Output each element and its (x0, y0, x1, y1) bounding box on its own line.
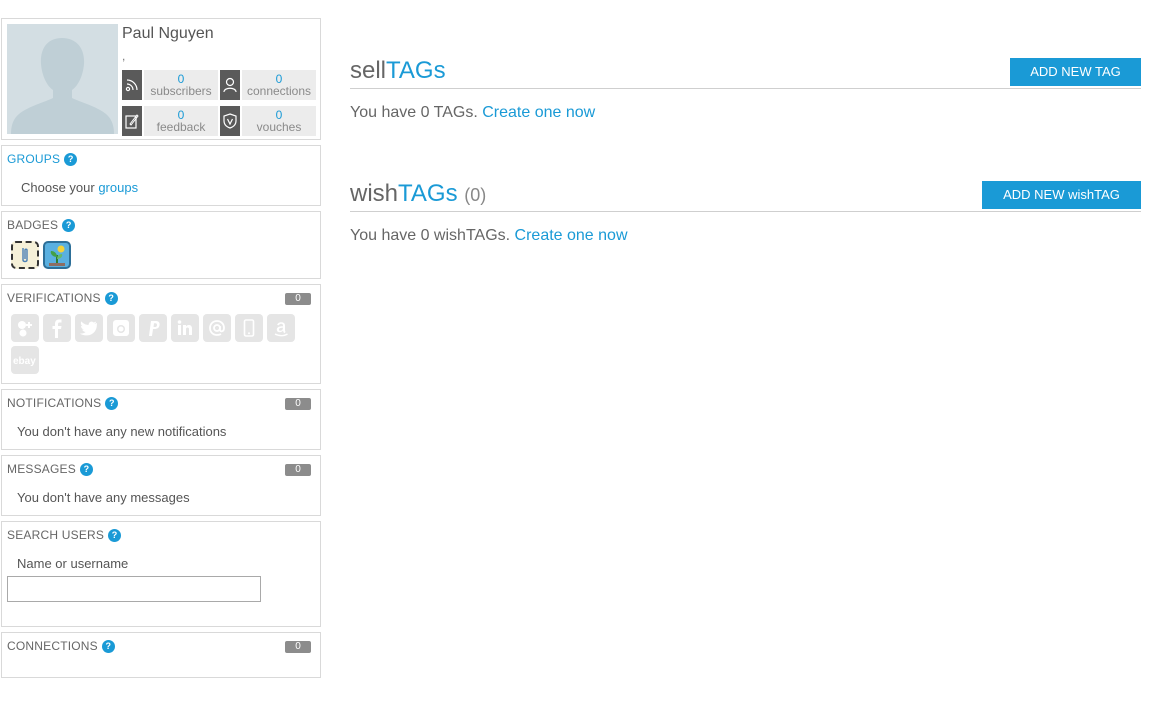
search-input[interactable] (7, 576, 261, 602)
wishtags-count: (0) (464, 185, 487, 205)
wishtags-heading-prefix: wish (350, 180, 399, 207)
selltags-heading: sellTAGs (350, 57, 446, 85)
plant-badge-icon[interactable] (43, 241, 71, 269)
add-new-wishtag-button[interactable]: ADD NEW wishTAG (982, 181, 1141, 209)
google-plus-icon[interactable] (11, 314, 39, 342)
wishtags-empty-text: You have 0 wishTAGs. Create one now (350, 227, 628, 245)
search-users-panel: SEARCH USERS? Name or username (1, 521, 321, 627)
selltags-empty-text: You have 0 TAGs. Create one now (350, 104, 595, 122)
groups-title-text: GROUPS (7, 152, 61, 166)
subscribers-label: subscribers (150, 84, 212, 98)
avatar[interactable] (7, 24, 118, 134)
shield-v-icon (220, 106, 240, 136)
add-new-tag-button[interactable]: ADD NEW TAG (1010, 58, 1141, 86)
messages-title: MESSAGES? (7, 462, 93, 476)
groups-title[interactable]: GROUPS? (7, 152, 78, 166)
groups-panel: GROUPS? Choose your groups (1, 145, 321, 206)
messages-panel: MESSAGES? 0 You don't have any messages (1, 455, 321, 516)
wishtags-heading-suffix: TAGs (398, 180, 458, 207)
vouches-stat[interactable]: 0 vouches (220, 106, 316, 136)
ebay-icon[interactable]: ebay (11, 346, 39, 374)
help-icon[interactable]: ? (79, 462, 93, 476)
profile-card: Paul Nguyen , 0 subscribers 0 connections … (1, 18, 321, 140)
amazon-icon[interactable] (267, 314, 295, 342)
connections-title-text: CONNECTIONS (7, 639, 98, 653)
help-icon[interactable]: ? (105, 396, 119, 410)
groups-prompt: Choose your (21, 180, 99, 195)
create-wishtag-link[interactable]: Create one now (515, 227, 628, 244)
help-icon[interactable]: ? (64, 152, 78, 166)
person-icon (220, 70, 240, 100)
connections-panel: CONNECTIONS? 0 (1, 632, 321, 678)
default-avatar-icon (7, 24, 118, 134)
twitter-icon[interactable] (75, 314, 103, 342)
feedback-stat[interactable]: 0 feedback (122, 106, 218, 136)
notifications-title: NOTIFICATIONS? (7, 396, 119, 410)
selltags-heading-suffix: TAGs (386, 57, 446, 84)
search-field-label: Name or username (17, 556, 129, 571)
connections-count: 0 (285, 641, 311, 653)
profile-location: , (122, 49, 126, 63)
notifications-panel: NOTIFICATIONS? 0 You don't have any new … (1, 389, 321, 450)
help-icon[interactable]: ? (101, 639, 115, 653)
linkedin-icon[interactable] (171, 314, 199, 342)
rss-icon (122, 70, 142, 100)
messages-title-text: MESSAGES (7, 462, 76, 476)
selltags-heading-prefix: sell (350, 57, 387, 84)
help-icon[interactable]: ? (108, 528, 122, 542)
wishtags-divider (350, 211, 1141, 212)
badges-title-text: BADGES (7, 218, 59, 232)
verifications-title-text: VERIFICATIONS (7, 291, 101, 305)
profile-name[interactable]: Paul Nguyen (122, 25, 214, 43)
connections-title: CONNECTIONS? (7, 639, 115, 653)
badges-panel: BADGES? (1, 211, 321, 279)
wishtags-heading: wishTAGs (0) (350, 180, 486, 208)
clip-badge-icon[interactable] (11, 241, 39, 269)
notifications-count: 0 (285, 398, 311, 410)
groups-text: Choose your groups (21, 180, 138, 195)
paypal-icon[interactable] (139, 314, 167, 342)
edit-icon (122, 106, 142, 136)
vouches-label: vouches (256, 120, 302, 134)
selltags-empty-prompt: You have 0 TAGs. (350, 104, 483, 121)
selltags-divider (350, 88, 1141, 89)
help-icon[interactable]: ? (62, 218, 76, 232)
feedback-label: feedback (156, 120, 206, 134)
email-icon[interactable] (203, 314, 231, 342)
wishtags-empty-prompt: You have 0 wishTAGs. (350, 227, 515, 244)
groups-link[interactable]: groups (98, 180, 138, 195)
phone-icon[interactable] (235, 314, 263, 342)
connections-stat[interactable]: 0 connections (220, 70, 316, 100)
messages-count: 0 (285, 464, 311, 476)
svg-text:ebay: ebay (13, 356, 36, 366)
verifications-count: 0 (285, 293, 311, 305)
verifications-panel: VERIFICATIONS? 0 ebay (1, 284, 321, 384)
facebook-icon[interactable] (43, 314, 71, 342)
instagram-icon[interactable] (107, 314, 135, 342)
help-icon[interactable]: ? (104, 291, 118, 305)
messages-empty-text: You don't have any messages (17, 490, 190, 505)
subscribers-stat[interactable]: 0 subscribers (122, 70, 218, 100)
notifications-title-text: NOTIFICATIONS (7, 396, 102, 410)
search-users-title-text: SEARCH USERS (7, 528, 105, 542)
badges-title: BADGES? (7, 218, 76, 232)
create-tag-link[interactable]: Create one now (482, 104, 595, 121)
search-users-title: SEARCH USERS? (7, 528, 122, 542)
connections-label: connections (246, 84, 312, 98)
notifications-empty-text: You don't have any new notifications (17, 424, 227, 439)
verifications-title: VERIFICATIONS? (7, 291, 118, 305)
